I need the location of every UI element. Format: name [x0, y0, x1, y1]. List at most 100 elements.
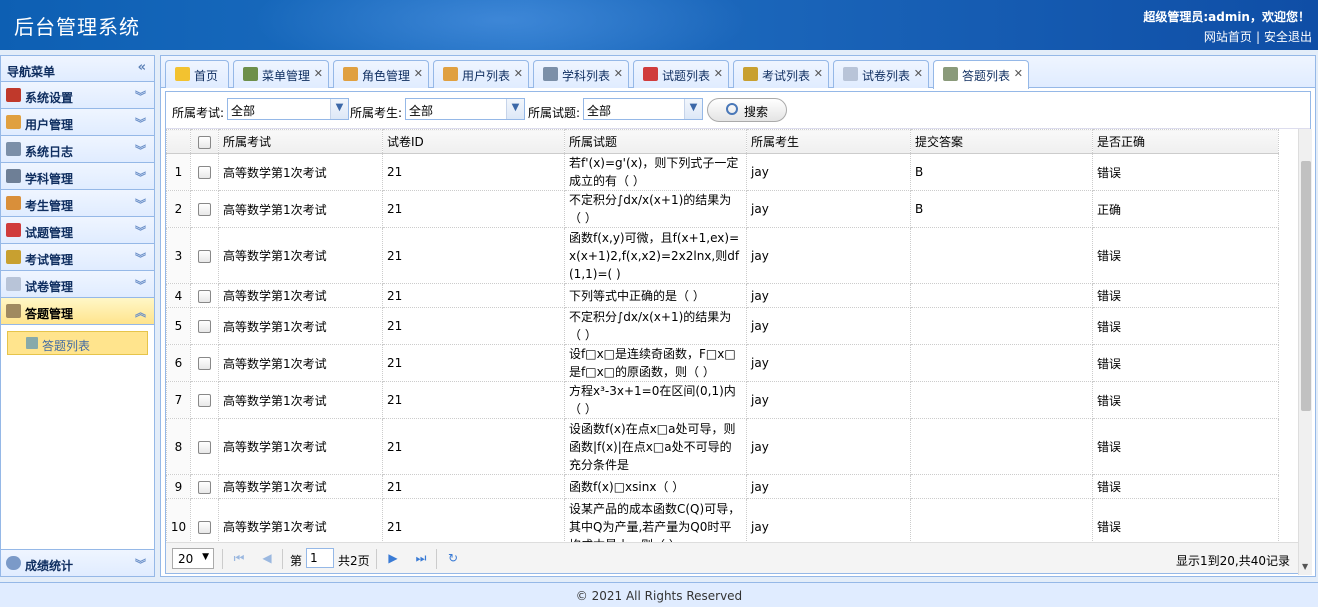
tab-6[interactable]: 考试列表 ✕: [733, 60, 829, 88]
close-icon[interactable]: ✕: [814, 67, 823, 80]
checkbox[interactable]: [198, 135, 211, 149]
row-checkbox[interactable]: [190, 227, 219, 284]
chevron-down-icon[interactable]: ▼: [330, 99, 348, 119]
tab-4[interactable]: 学科列表 ✕: [533, 60, 629, 88]
checkbox[interactable]: [198, 520, 211, 534]
column-header-student[interactable]: 所属考生: [746, 129, 911, 154]
page-number-input[interactable]: 1: [306, 548, 334, 568]
table-row[interactable]: 5 高等数学第1次考试 21 不定积分∫dx/x(x+1)的结果为（ ） jay 错误: [166, 307, 1279, 345]
question-filter-select[interactable]: 全部 ▼: [583, 98, 703, 120]
tab-8[interactable]: 答题列表 ✕: [933, 60, 1029, 89]
checkbox[interactable]: [198, 394, 211, 407]
row-checkbox[interactable]: [190, 474, 219, 499]
row-checkbox[interactable]: [190, 283, 219, 308]
checkbox[interactable]: [198, 249, 211, 263]
chevron-down-icon[interactable]: ︾: [135, 556, 146, 572]
scroll-down-icon[interactable]: ▼: [1302, 562, 1308, 571]
chevron-down-icon[interactable]: ︾: [135, 223, 146, 239]
chevron-down-icon[interactable]: ▼: [684, 99, 702, 119]
column-header-exam[interactable]: 所属考试: [218, 129, 383, 154]
first-page-icon[interactable]: ⏮: [232, 551, 246, 565]
close-icon[interactable]: ✕: [914, 67, 923, 80]
table-row[interactable]: 6 高等数学第1次考试 21 设f□x□是连续奇函数，F□x□是f□x□的原函数，则（…: [166, 344, 1279, 382]
checkbox[interactable]: [198, 440, 211, 454]
chevron-down-icon[interactable]: ︾: [135, 88, 146, 104]
cell-correct: 错误: [1092, 498, 1279, 542]
close-icon[interactable]: ✕: [1014, 67, 1023, 80]
chevron-down-icon[interactable]: ︾: [135, 169, 146, 185]
chevron-down-icon[interactable]: ▼: [202, 552, 209, 562]
sidebar-item-7[interactable]: 试卷管理 ︾: [1, 271, 154, 298]
prev-page-icon[interactable]: ◀: [260, 551, 274, 565]
sidebar-item-6[interactable]: 考试管理 ︾: [1, 244, 154, 271]
site-home-link[interactable]: 网站首页: [1204, 30, 1252, 44]
chevron-down-icon[interactable]: ︾: [135, 250, 146, 266]
vertical-scrollbar[interactable]: ▲ ▼: [1298, 129, 1312, 575]
checkbox[interactable]: [198, 320, 211, 333]
tab-5[interactable]: 试题列表 ✕: [633, 60, 729, 88]
chevron-up-icon[interactable]: ︽: [135, 304, 146, 320]
collapse-left-icon[interactable]: «: [138, 60, 146, 75]
chevron-down-icon[interactable]: ︾: [135, 115, 146, 131]
student-filter-select[interactable]: 全部 ▼: [405, 98, 525, 120]
row-checkbox[interactable]: [190, 153, 219, 191]
tab-1[interactable]: 菜单管理 ✕: [233, 60, 329, 88]
scrollbar-thumb[interactable]: [1301, 161, 1311, 411]
chevron-down-icon[interactable]: ︾: [135, 196, 146, 212]
table-row[interactable]: 9 高等数学第1次考试 21 函数f(x)□xsinx（ ） jay 错误: [166, 474, 1279, 499]
row-checkbox[interactable]: [190, 381, 219, 419]
row-checkbox[interactable]: [190, 418, 219, 475]
sidebar-item-4[interactable]: 考生管理 ︾: [1, 190, 154, 217]
close-icon[interactable]: ✕: [514, 67, 523, 80]
checkbox[interactable]: [198, 357, 211, 370]
sidebar-item-3[interactable]: 学科管理 ︾: [1, 163, 154, 190]
table-row[interactable]: 2 高等数学第1次考试 21 不定积分∫dx/x(x+1)的结果为（ ） jay B 正确: [166, 190, 1279, 228]
page-size-select[interactable]: 20 ▼: [172, 548, 214, 569]
last-page-icon[interactable]: ⏭: [414, 551, 428, 565]
sidebar-item-score-stats[interactable]: 成绩统计 ︾: [1, 549, 154, 576]
chevron-down-icon[interactable]: ︾: [135, 277, 146, 293]
select-all-checkbox[interactable]: [190, 129, 219, 154]
table-row[interactable]: 8 高等数学第1次考试 21 设函数f(x)在点x□a处可导，则函数|f(x)|在点x…: [166, 418, 1279, 475]
tab-0[interactable]: 首页: [165, 60, 229, 88]
tab-7[interactable]: 试卷列表 ✕: [833, 60, 929, 88]
sidebar-item-1[interactable]: 用户管理 ︾: [1, 109, 154, 136]
column-header-question[interactable]: 所属试题: [564, 129, 747, 154]
next-page-icon[interactable]: ▶: [386, 551, 400, 565]
checkbox[interactable]: [198, 480, 211, 494]
checkbox[interactable]: [198, 289, 211, 303]
page-total: 共2页: [338, 554, 370, 568]
search-button[interactable]: 搜索: [707, 98, 787, 122]
table-row[interactable]: 10 高等数学第1次考试 21 设某产品的成本函数C(Q)可导，其中Q为产量,若产量为…: [166, 498, 1279, 542]
cell-student: jay: [746, 283, 911, 308]
close-icon[interactable]: ✕: [314, 67, 323, 80]
sidebar-item-2[interactable]: 系统日志 ︾: [1, 136, 154, 163]
logout-link[interactable]: 安全退出: [1264, 30, 1312, 44]
checkbox[interactable]: [198, 166, 211, 179]
tab-3[interactable]: 用户列表 ✕: [433, 60, 529, 88]
chevron-down-icon[interactable]: ▼: [506, 99, 524, 119]
sidebar-item-8[interactable]: 答题管理 ︽: [1, 298, 154, 325]
close-icon[interactable]: ✕: [714, 67, 723, 80]
table-row[interactable]: 3 高等数学第1次考试 21 函数f(x,y)可微，且f(x+1,ex)=x(x+1)…: [166, 227, 1279, 284]
column-header-paper-id[interactable]: 试卷ID: [382, 129, 565, 154]
column-header-correct[interactable]: 是否正确: [1092, 129, 1279, 154]
sidebar-subitem-answer-list[interactable]: 答题列表: [7, 331, 148, 355]
refresh-icon[interactable]: ↻: [446, 551, 460, 565]
checkbox[interactable]: [198, 203, 211, 216]
sidebar-item-0[interactable]: 系统设置 ︾: [1, 82, 154, 109]
exam-filter-select[interactable]: 全部 ▼: [227, 98, 349, 120]
table-row[interactable]: 4 高等数学第1次考试 21 下列等式中正确的是（ ） jay 错误: [166, 283, 1279, 308]
sidebar-item-5[interactable]: 试题管理 ︾: [1, 217, 154, 244]
column-header-answer[interactable]: 提交答案: [910, 129, 1093, 154]
chevron-down-icon[interactable]: ︾: [135, 142, 146, 158]
table-row[interactable]: 1 高等数学第1次考试 21 若f'(x)=g'(x)，则下列式子一定成立的有（ ） j…: [166, 153, 1279, 191]
row-checkbox[interactable]: [190, 190, 219, 228]
close-icon[interactable]: ✕: [414, 67, 423, 80]
row-checkbox[interactable]: [190, 307, 219, 345]
tab-2[interactable]: 角色管理 ✕: [333, 60, 429, 88]
row-checkbox[interactable]: [190, 344, 219, 382]
close-icon[interactable]: ✕: [614, 67, 623, 80]
row-checkbox[interactable]: [190, 498, 219, 542]
table-row[interactable]: 7 高等数学第1次考试 21 方程x³-3x+1=0在区间(0,1)内（ ） jay 错误: [166, 381, 1279, 419]
